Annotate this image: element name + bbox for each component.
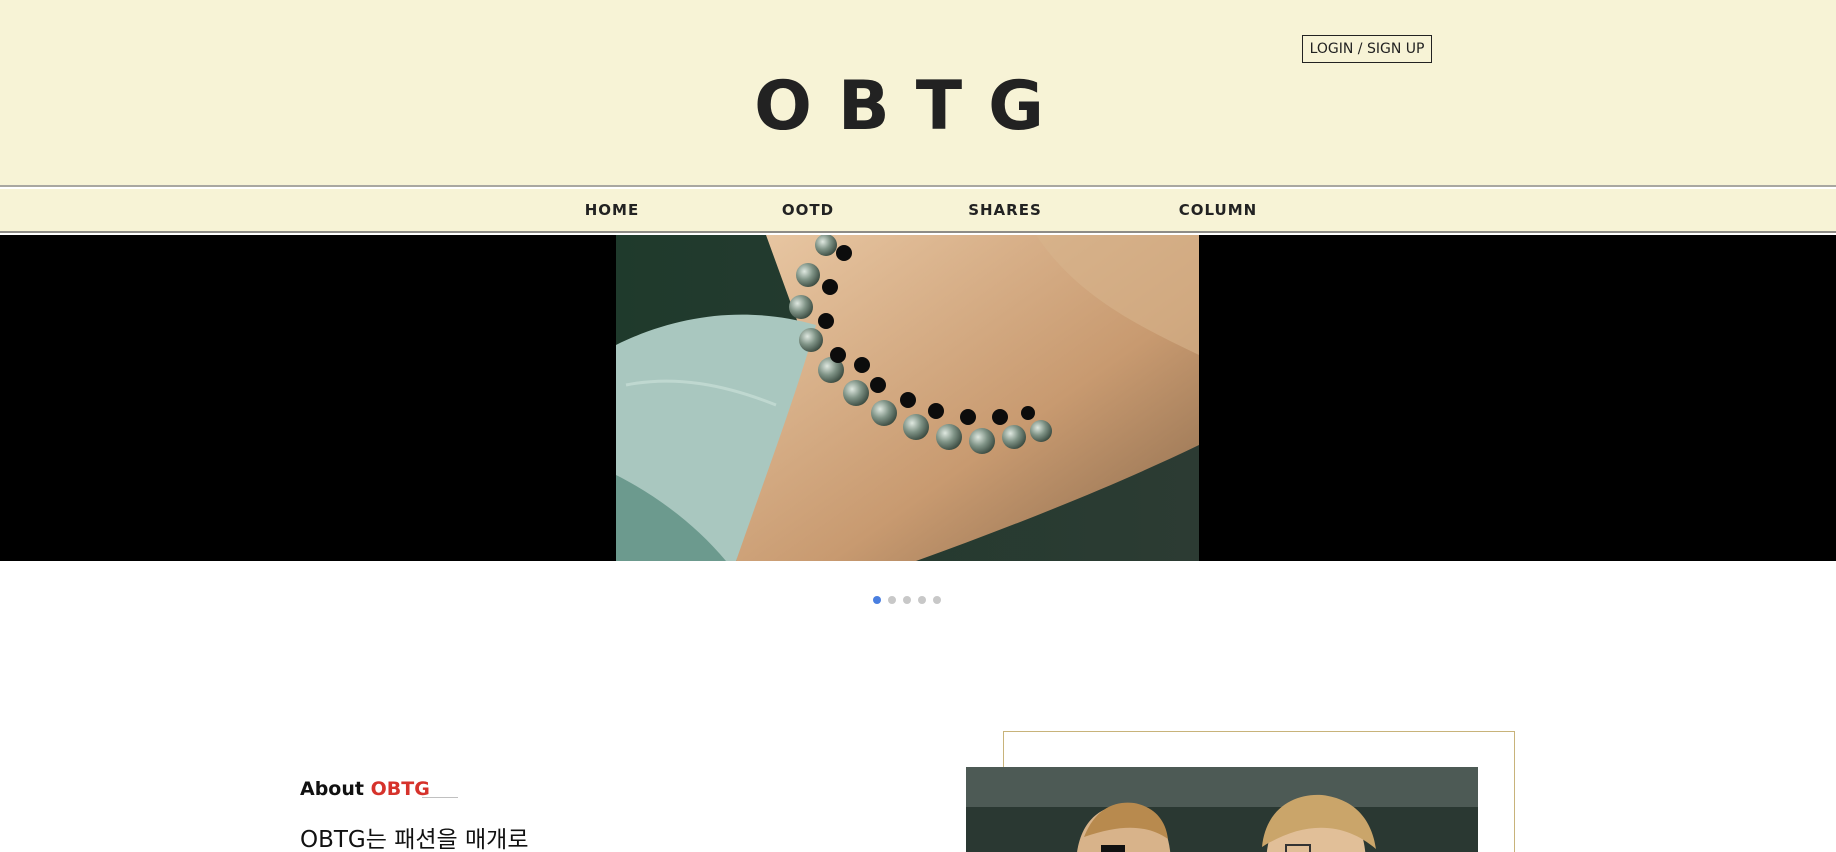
about-heading: About OBTG [300, 778, 430, 800]
hero-carousel[interactable] [0, 235, 1836, 561]
nav-item-home[interactable]: HOME [572, 189, 652, 231]
carousel-dot-2[interactable] [888, 596, 896, 604]
carousel-dot-3[interactable] [903, 596, 911, 604]
carousel-dot-5[interactable] [933, 596, 941, 604]
main-nav: HOME OOTD SHARES COLUMN [0, 189, 1836, 233]
carousel-pagination [0, 596, 1836, 606]
nav-item-ootd[interactable]: OOTD [768, 189, 848, 231]
site-logo[interactable]: OBTG [0, 69, 1824, 145]
about-divider [422, 797, 458, 798]
about-photo [966, 767, 1478, 852]
carousel-dot-1[interactable] [873, 596, 881, 604]
about-heading-prefix: About [300, 778, 364, 800]
nav-item-column[interactable]: COLUMN [1158, 189, 1278, 231]
site-header: OBTG LOGIN / SIGN UP [0, 0, 1836, 187]
nav-item-shares[interactable]: SHARES [960, 189, 1050, 231]
hero-bracelet-image [616, 235, 1199, 561]
login-signup-button[interactable]: LOGIN / SIGN UP [1302, 35, 1432, 63]
about-description: OBTG는 패션을 매개로 [300, 827, 529, 852]
carousel-dot-4[interactable] [918, 596, 926, 604]
about-heading-accent: OBTG [370, 778, 430, 800]
